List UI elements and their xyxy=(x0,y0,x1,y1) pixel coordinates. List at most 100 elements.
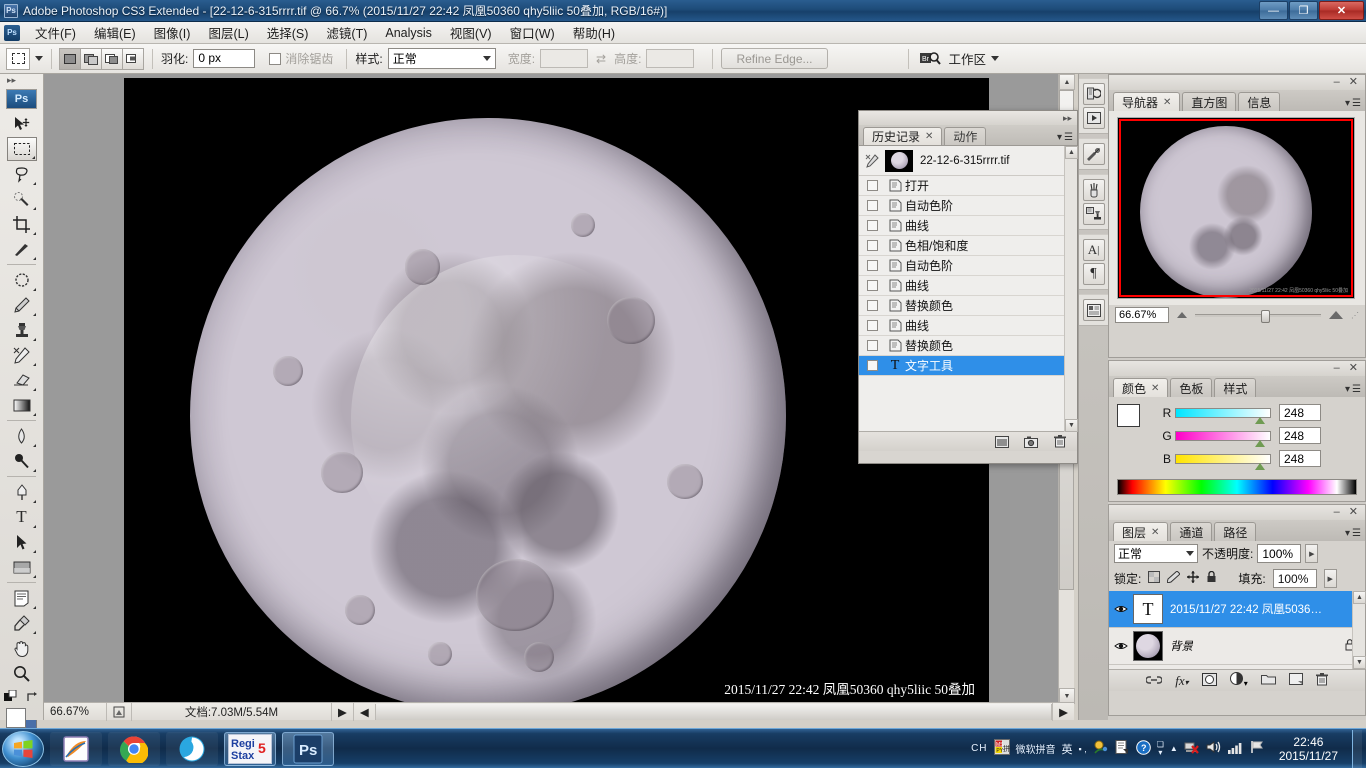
blend-mode-select[interactable]: 正常 xyxy=(1114,544,1198,563)
history-snapshot-checkbox[interactable] xyxy=(859,320,885,331)
history-snapshot-checkbox[interactable] xyxy=(859,240,885,251)
intersect-selection-button[interactable] xyxy=(122,47,144,70)
tab-layers[interactable]: 图层 ✕ xyxy=(1113,522,1169,541)
tab-swatches[interactable]: 色板 xyxy=(1170,378,1213,397)
horizontal-scroll-thumb[interactable] xyxy=(374,703,1053,720)
tab-channels[interactable]: 通道 xyxy=(1170,522,1213,541)
refine-edge-button[interactable]: Refine Edge... xyxy=(721,48,828,69)
rectangular-marquee-tool[interactable] xyxy=(6,137,37,161)
navigator-thumbnail[interactable]: 2015/11/27 22:42 凤凰50360 qhy5liic 50叠加 xyxy=(1117,117,1355,299)
healing-brush-tool[interactable] xyxy=(7,268,37,292)
zoom-slider[interactable] xyxy=(1195,309,1321,323)
eyedropper-tool[interactable] xyxy=(7,611,37,635)
document-tray-icon[interactable] xyxy=(1115,739,1130,758)
panel-window-controls[interactable]: ‒ ✕ xyxy=(1334,75,1361,88)
tray-language-label[interactable]: CH xyxy=(971,743,987,754)
channel-slider-thumb[interactable] xyxy=(1254,462,1265,470)
paragraph-icon[interactable]: ¶ xyxy=(1082,263,1105,285)
tab-actions[interactable]: 动作 xyxy=(944,127,987,145)
channel-slider-r[interactable] xyxy=(1175,407,1271,424)
notes-icon[interactable] xyxy=(1093,740,1109,758)
layer-thumbnail-background[interactable] xyxy=(1133,631,1163,661)
close-icon[interactable]: ✕ xyxy=(1163,97,1171,108)
clone-source-icon[interactable] xyxy=(1082,203,1105,225)
signal-icon[interactable] xyxy=(1227,741,1244,757)
history-item[interactable]: 色相/饱和度 xyxy=(859,236,1077,256)
move-tool[interactable] xyxy=(7,112,37,136)
foxit-reader-icon[interactable] xyxy=(50,731,102,766)
history-snapshot-checkbox[interactable] xyxy=(859,300,885,311)
path-selection-tool[interactable] xyxy=(7,530,37,554)
zoom-tool[interactable] xyxy=(7,661,37,685)
scroll-down-arrow[interactable]: ▼ xyxy=(1065,419,1078,432)
new-layer-icon[interactable] xyxy=(1288,673,1303,688)
scroll-right-arrow[interactable]: ▶ xyxy=(1052,702,1074,721)
history-item[interactable]: 打开 xyxy=(859,176,1077,196)
type-tool[interactable]: T xyxy=(7,505,37,529)
tab-histogram[interactable]: 直方图 xyxy=(1182,92,1237,111)
history-item[interactable]: 曲线 xyxy=(859,276,1077,296)
tray-dot-icon[interactable]: ▪ , xyxy=(1079,744,1087,754)
gradient-tool[interactable] xyxy=(7,393,37,417)
flag-icon[interactable] xyxy=(1250,740,1265,757)
lock-all-icon[interactable] xyxy=(1206,570,1217,586)
rectangle-tool[interactable] xyxy=(7,555,37,579)
show-desktop-button[interactable] xyxy=(1352,729,1362,768)
color-panel-foreground-swatch[interactable] xyxy=(1117,404,1140,427)
channel-value-g[interactable]: 248 xyxy=(1279,427,1321,444)
slice-tool[interactable] xyxy=(7,237,37,261)
notes-tool[interactable] xyxy=(7,586,37,610)
menu-item-view[interactable]: 视图(V) xyxy=(441,20,501,45)
photoshop-icon[interactable]: Ps xyxy=(282,731,334,766)
history-item[interactable]: 自动色阶 xyxy=(859,256,1077,276)
scroll-left-arrow[interactable]: ◀ xyxy=(352,702,375,721)
brush-tool[interactable] xyxy=(7,293,37,317)
lasso-tool[interactable] xyxy=(7,162,37,186)
help-icon[interactable]: ? xyxy=(1135,739,1151,758)
fill-stepper[interactable]: ▶ xyxy=(1323,569,1337,588)
zoom-out-icon[interactable] xyxy=(1177,312,1187,318)
navigator-thumbnail-area[interactable]: 2015/11/27 22:42 凤凰50360 qhy5liic 50叠加 xyxy=(1109,111,1365,305)
close-icon[interactable]: ✕ xyxy=(1151,383,1159,394)
tool-preset-chevron-icon[interactable] xyxy=(35,56,43,61)
tab-color[interactable]: 颜色 ✕ xyxy=(1113,378,1169,397)
menu-item-file[interactable]: 文件(F) xyxy=(26,20,85,45)
history-item-selected[interactable]: T 文字工具 xyxy=(859,356,1077,376)
history-source-row[interactable]: 22-12-6-315rrrr.tif xyxy=(859,146,1077,176)
menu-item-image[interactable]: 图像(I) xyxy=(145,20,200,45)
navigator-panel-header[interactable]: ‒ ✕ xyxy=(1109,75,1365,90)
layer-visibility-icon[interactable] xyxy=(1109,604,1133,614)
menu-item-help[interactable]: 帮助(H) xyxy=(564,20,624,45)
layer-style-icon[interactable]: fx▾ xyxy=(1175,673,1188,689)
document-preview-icon[interactable] xyxy=(106,702,131,721)
app-menu-icon[interactable]: Ps xyxy=(4,24,20,41)
expand-icon[interactable]: ❏ ▾ xyxy=(1157,740,1164,757)
hand-tool[interactable] xyxy=(7,636,37,660)
new-snapshot-icon[interactable] xyxy=(1023,435,1038,449)
layer-comps-icon[interactable] xyxy=(1082,299,1105,321)
scroll-down-arrow[interactable]: ▼ xyxy=(1353,656,1366,669)
channel-slider-thumb[interactable] xyxy=(1254,416,1265,424)
palette-menu-button[interactable]: ▾ ☰ xyxy=(1057,132,1073,143)
menu-item-filter[interactable]: 滤镜(T) xyxy=(317,20,376,45)
history-snapshot-checkbox[interactable] xyxy=(859,340,885,351)
delete-layer-icon[interactable] xyxy=(1315,672,1328,689)
width-input[interactable] xyxy=(540,49,589,68)
scroll-up-arrow[interactable]: ▲ xyxy=(1059,74,1075,90)
channel-slider-b[interactable] xyxy=(1175,453,1271,470)
foreground-color-swatch[interactable] xyxy=(5,708,26,728)
layers-scrollbar[interactable]: ▲ ▼ xyxy=(1352,591,1366,669)
layer-name[interactable]: 2015/11/27 22:42 凤凰5036… xyxy=(1170,601,1322,617)
opacity-input[interactable]: 100% xyxy=(1257,544,1302,563)
channel-slider-g[interactable] xyxy=(1175,430,1271,447)
palette-collapse-icon[interactable]: ▸▸ xyxy=(1063,113,1072,124)
layer-name[interactable]: 背景 xyxy=(1170,638,1193,654)
menu-item-layer[interactable]: 图层(L) xyxy=(199,20,257,45)
history-brush-tool[interactable] xyxy=(7,343,37,367)
menu-item-select[interactable]: 选择(S) xyxy=(258,20,318,45)
layer-thumbnail-text[interactable]: T xyxy=(1133,594,1163,624)
crop-tool[interactable] xyxy=(7,212,37,236)
tray-ime-mode[interactable]: 英 xyxy=(1062,741,1073,757)
status-expand-arrow[interactable]: ▶ xyxy=(331,702,353,721)
navigator-menu-button[interactable]: ▾ ☰ xyxy=(1345,98,1361,109)
